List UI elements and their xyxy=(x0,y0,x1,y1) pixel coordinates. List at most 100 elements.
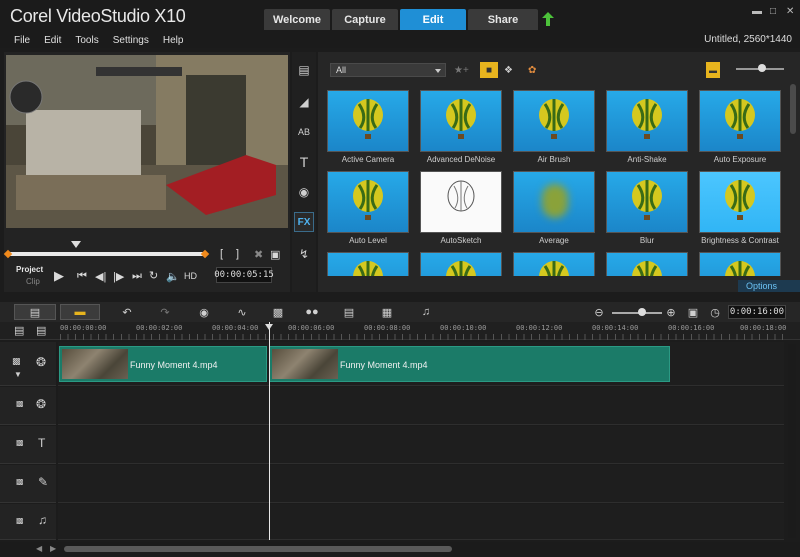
library-scrollbar[interactable] xyxy=(790,84,796,134)
timeline-scrollbar[interactable]: ◀ ▶ xyxy=(0,542,800,557)
timeline-clip[interactable]: Funny Moment 4.mp4 xyxy=(59,346,267,382)
subtitle-icon[interactable]: ▤ xyxy=(340,304,358,320)
title-track[interactable] xyxy=(58,426,784,464)
scroll-left-icon[interactable]: ◀ xyxy=(36,544,42,553)
filter-thumbnail[interactable] xyxy=(420,252,502,276)
filter-thumbnail[interactable] xyxy=(420,90,502,152)
transition-icon[interactable]: ◢ xyxy=(294,92,314,112)
storyboard-view-icon[interactable]: ▤ xyxy=(14,304,56,320)
music-track-header[interactable]: ▩ ♫ xyxy=(0,504,56,540)
graphic-icon[interactable]: ◉ xyxy=(294,182,314,202)
home-icon[interactable]: ⏮ xyxy=(77,270,87,283)
menu-edit[interactable]: Edit xyxy=(44,35,61,46)
volume-icon[interactable]: 🔈 xyxy=(166,270,180,283)
filter-thumbnail[interactable] xyxy=(420,171,502,233)
track-visibility-icon[interactable]: ▩ xyxy=(12,356,21,367)
video-track[interactable]: Funny Moment 4.mp4 Funny Moment 4.mp4 xyxy=(58,342,784,386)
playhead-handle[interactable] xyxy=(265,324,273,330)
filter-thumbnail[interactable] xyxy=(606,90,688,152)
zoom-in-icon[interactable]: ⊕ xyxy=(664,304,678,320)
filter-thumbnail[interactable] xyxy=(327,90,409,152)
scrub-bar[interactable] xyxy=(6,252,206,256)
menu-tools[interactable]: Tools xyxy=(75,35,98,46)
multi-camera-icon[interactable]: ▦ xyxy=(378,304,396,320)
undo-icon[interactable]: ↶ xyxy=(118,304,136,320)
text-icon[interactable]: T xyxy=(294,152,314,172)
voice-track[interactable] xyxy=(58,465,784,503)
mark-out-button[interactable]: ] xyxy=(236,248,239,260)
filter-thumbnail[interactable] xyxy=(327,171,409,233)
next-frame-icon[interactable]: |▶ xyxy=(113,270,124,283)
expand-track-icon[interactable]: ▼ xyxy=(14,370,22,379)
filter-thumbnail[interactable] xyxy=(513,171,595,233)
redo-icon[interactable]: ↷ xyxy=(156,304,174,320)
browse-icon[interactable]: ✿ xyxy=(528,62,536,78)
tab-capture[interactable]: Capture xyxy=(332,9,398,30)
filter-thumbnail[interactable] xyxy=(699,171,781,233)
title-track-header[interactable]: ▩ T xyxy=(0,426,56,464)
show-audio-filters-icon[interactable]: ❖ xyxy=(504,62,513,78)
enlarge-icon[interactable]: ▣ xyxy=(270,248,280,261)
menu-settings[interactable]: Settings xyxy=(113,35,149,46)
overlay-track-header[interactable]: ▩ ❂ xyxy=(0,387,56,425)
clip-mode-label[interactable]: Clip xyxy=(26,277,40,286)
project-mode-label[interactable]: Project xyxy=(16,265,43,274)
music-track[interactable] xyxy=(58,504,784,540)
prev-frame-icon[interactable]: ◀| xyxy=(95,270,106,283)
repeat-icon[interactable]: ↻ xyxy=(149,269,158,282)
zoom-slider[interactable] xyxy=(612,312,662,314)
media-icon[interactable]: ▤ xyxy=(294,60,314,80)
overlay-track[interactable] xyxy=(58,387,784,425)
scroll-right-icon[interactable]: ▶ xyxy=(50,544,56,553)
player-timecode[interactable]: 00:00:05:15 xyxy=(214,267,274,283)
filter-thumbnail[interactable] xyxy=(606,252,688,276)
scrub-knob[interactable] xyxy=(71,241,81,248)
add-favorite-icon[interactable]: ★+ xyxy=(454,62,469,78)
view-toggle-icon[interactable]: ▬ xyxy=(706,62,720,78)
tab-edit[interactable]: Edit xyxy=(400,9,466,30)
show-video-filters-icon[interactable]: ■ xyxy=(480,62,498,78)
auto-music-icon[interactable]: ♫ xyxy=(416,304,436,320)
scroll-thumb[interactable] xyxy=(64,546,452,552)
filter-thumbnail[interactable] xyxy=(606,171,688,233)
track-visibility-icon[interactable]: ▩ xyxy=(16,516,24,525)
menu-file[interactable]: File xyxy=(14,35,30,46)
chapter-icon[interactable]: ▤ xyxy=(36,324,46,337)
mark-in-button[interactable]: [ xyxy=(220,248,223,260)
path-icon[interactable]: ↯ xyxy=(294,244,314,264)
clock-icon[interactable]: ◷ xyxy=(708,304,722,320)
timeline-clip[interactable]: Funny Moment 4.mp4 xyxy=(269,346,670,382)
minimize-icon[interactable]: ▬ xyxy=(752,6,762,17)
fit-icon[interactable]: ▣ xyxy=(686,304,700,320)
track-visibility-icon[interactable]: ▩ xyxy=(16,477,24,486)
motion-icon[interactable]: ▩ xyxy=(268,304,288,320)
hd-label[interactable]: HD xyxy=(184,271,197,281)
tab-welcome[interactable]: Welcome xyxy=(264,9,330,30)
filter-dropdown[interactable]: All xyxy=(330,63,446,77)
end-icon[interactable]: ⏭ xyxy=(132,270,142,283)
timeline-vertical-scrollbar[interactable] xyxy=(788,344,796,538)
voice-track-header[interactable]: ▩ ✎ xyxy=(0,465,56,503)
play-icon[interactable]: ▶ xyxy=(54,268,64,284)
timeline-view-icon[interactable]: ▬ xyxy=(60,304,100,320)
filter-thumbnail[interactable] xyxy=(327,252,409,276)
filter-thumbnail[interactable] xyxy=(699,90,781,152)
video-preview[interactable] xyxy=(6,55,288,228)
mask-icon[interactable]: ●● xyxy=(302,304,322,320)
track-visibility-icon[interactable]: ▩ xyxy=(16,399,24,408)
timeline-duration[interactable]: 0:00:16:00 xyxy=(728,305,786,319)
options-button[interactable]: Options xyxy=(738,280,800,292)
thumb-size-knob[interactable] xyxy=(758,64,766,72)
video-track-header[interactable]: ▩ ❂ ▼ xyxy=(0,342,56,386)
zoom-out-icon[interactable]: ⊖ xyxy=(592,304,606,320)
zoom-knob[interactable] xyxy=(638,308,646,316)
filter-thumbnail[interactable] xyxy=(699,252,781,276)
close-icon[interactable]: ✕ xyxy=(786,6,794,17)
fx-icon[interactable]: FX xyxy=(294,212,314,232)
filter-thumbnail[interactable] xyxy=(513,252,595,276)
tab-share[interactable]: Share xyxy=(468,9,538,30)
timeline-ruler[interactable]: ▤ ▤ 00:00:00:00 00:00:02:00 00:00:04:00 … xyxy=(0,322,800,340)
title-icon[interactable]: AB xyxy=(294,122,314,142)
track-visibility-icon[interactable]: ▩ xyxy=(16,438,24,447)
menu-help[interactable]: Help xyxy=(163,35,184,46)
